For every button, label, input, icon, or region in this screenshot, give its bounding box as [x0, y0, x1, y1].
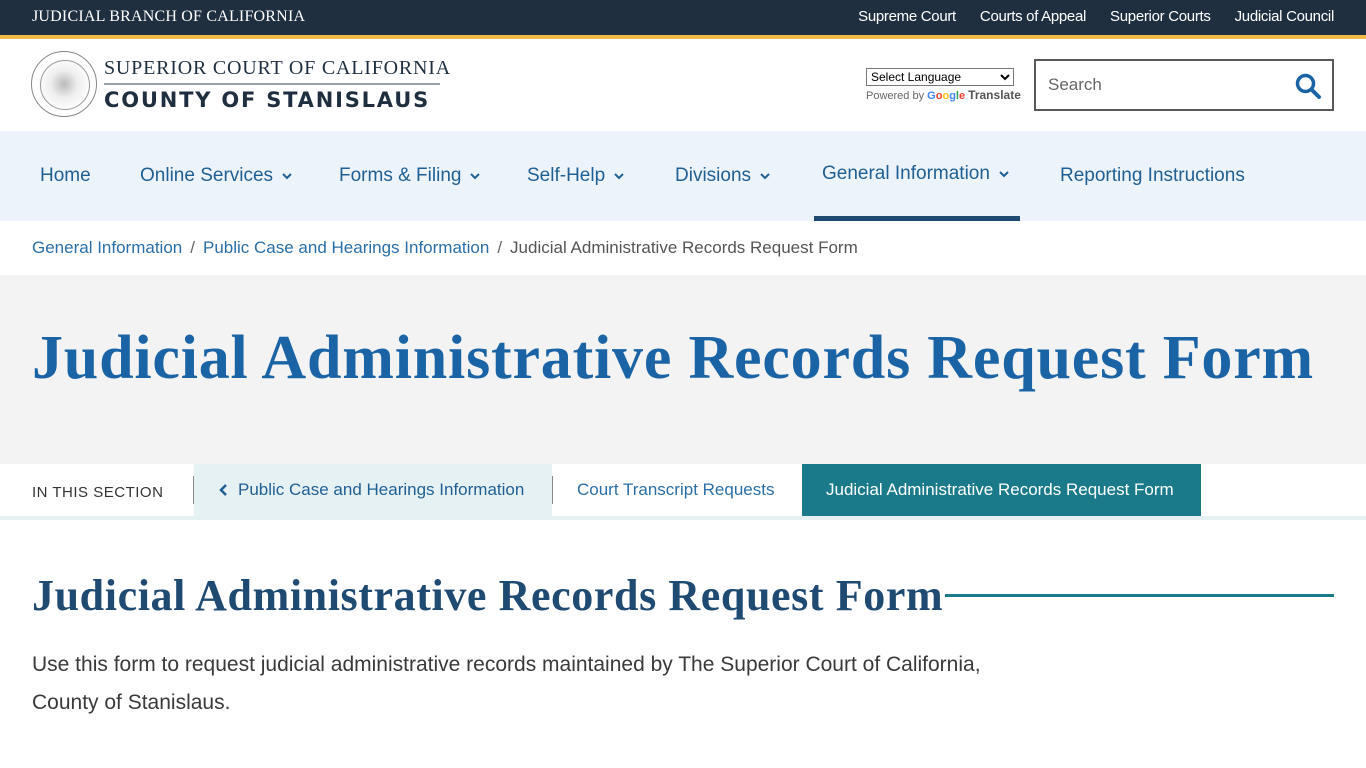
translate-text: Translate — [968, 88, 1021, 102]
powered-by-text: Powered by — [866, 90, 925, 102]
section-tab-judicial-admin-records[interactable]: Judicial Administrative Records Request … — [802, 464, 1201, 516]
chevron-down-icon — [282, 173, 292, 180]
courts-of-appeal-link[interactable]: Courts of Appeal — [980, 8, 1086, 25]
top-utility-bar: JUDICIAL BRANCH OF CALIFORNIA Supreme Co… — [0, 0, 1366, 35]
breadcrumb-general-information[interactable]: General Information — [32, 238, 182, 258]
breadcrumb-public-case-hearings[interactable]: Public Case and Hearings Information — [203, 238, 489, 258]
nav-general-information-label: General Information — [822, 162, 990, 184]
nav-self-help-label: Self-Help — [527, 165, 606, 186]
search-icon[interactable] — [1294, 72, 1322, 100]
chevron-down-icon — [470, 173, 481, 180]
nav-online-services-label: Online Services — [140, 165, 274, 186]
nav-divisions[interactable]: Divisions — [667, 131, 779, 221]
logo-divider — [104, 83, 440, 85]
google-logo[interactable]: Google — [927, 90, 965, 102]
judicial-council-link[interactable]: Judicial Council — [1235, 8, 1335, 25]
main-navigation: Home Online Services Forms & Filing Self… — [0, 131, 1366, 221]
heading-accent-rule — [945, 594, 1334, 597]
breadcrumb-separator: / — [497, 238, 503, 257]
nav-forms-filing-label: Forms & Filing — [339, 165, 462, 186]
section-tab-court-transcript-requests[interactable]: Court Transcript Requests — [553, 464, 802, 516]
search-input[interactable] — [1048, 73, 1278, 97]
page-hero: Judicial Administrative Records Request … — [0, 275, 1366, 464]
supreme-court-link[interactable]: Supreme Court — [858, 8, 956, 25]
in-this-section-nav: IN THIS SECTION Public Case and Hearings… — [0, 464, 1366, 516]
section-parent-link[interactable]: Public Case and Hearings Information — [194, 464, 552, 516]
nav-divisions-label: Divisions — [675, 165, 752, 186]
search-box — [1034, 59, 1334, 111]
court-seal-icon[interactable] — [31, 51, 97, 117]
nav-reporting-instructions-label: Reporting Instructions — [1060, 165, 1245, 186]
nav-reporting-instructions[interactable]: Reporting Instructions — [1052, 131, 1253, 221]
section-parent-label: Public Case and Hearings Information — [238, 480, 525, 499]
powered-by-google-translate: Powered by Google Translate — [866, 88, 1021, 102]
site-header: SUPERIOR COURT OF CALIFORNIA COUNTY OF S… — [0, 39, 1366, 131]
content-intro-paragraph: Use this form to request judicial admini… — [32, 653, 981, 714]
breadcrumb-separator: / — [190, 238, 195, 257]
logo-line-county[interactable]: COUNTY OF STANISLAUS — [104, 88, 430, 112]
chevron-down-icon — [760, 173, 770, 180]
logo-line-superior-court[interactable]: SUPERIOR COURT OF CALIFORNIA — [104, 57, 451, 80]
language-select[interactable]: Select Language — [866, 68, 1014, 86]
breadcrumb: General Information / Public Case and He… — [32, 238, 858, 258]
language-selector: Select Language Powered by Google Transl… — [866, 68, 1021, 102]
page-title: Judicial Administrative Records Request … — [32, 324, 1314, 392]
topbar-links: Supreme Court Courts of Appeal Superior … — [858, 8, 1334, 25]
breadcrumb-current: Judicial Administrative Records Request … — [510, 238, 858, 257]
chevron-down-icon — [999, 170, 1009, 177]
judicial-branch-title: JUDICIAL BRANCH OF CALIFORNIA — [32, 8, 306, 25]
nav-forms-filing[interactable]: Forms & Filing — [331, 131, 489, 221]
in-this-section-label: IN THIS SECTION — [32, 484, 164, 501]
nav-home[interactable]: Home — [32, 131, 99, 221]
nav-general-information[interactable]: General Information — [814, 131, 1020, 221]
nav-self-help[interactable]: Self-Help — [519, 131, 633, 221]
superior-courts-link[interactable]: Superior Courts — [1110, 8, 1211, 25]
section-tab-label: Court Transcript Requests — [577, 480, 775, 499]
nav-home-label: Home — [40, 165, 91, 186]
content-heading: Judicial Administrative Records Request … — [32, 571, 944, 620]
chevron-down-icon — [614, 173, 624, 180]
section-nav-underline — [0, 516, 1366, 520]
chevron-left-icon — [219, 484, 227, 496]
nav-online-services[interactable]: Online Services — [132, 131, 301, 221]
section-tab-label: Judicial Administrative Records Request … — [826, 480, 1174, 499]
